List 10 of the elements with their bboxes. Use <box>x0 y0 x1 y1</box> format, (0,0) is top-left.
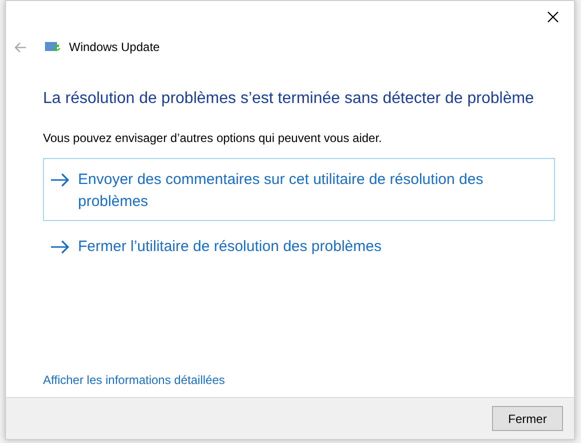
arrow-icon <box>50 173 70 187</box>
details-link[interactable]: Afficher les informations détaillées <box>43 371 225 389</box>
close-button[interactable]: Fermer <box>492 406 563 431</box>
subtitle-text: Vous pouvez envisager d’autres options qui peuvent vous aider. <box>43 130 383 147</box>
result-heading: La résolution de problèmes s’est terminée sans détecter de problème <box>43 89 535 109</box>
option-link[interactable]: Fermer l’utilitaire de résolution des problèmes <box>43 225 555 266</box>
arrow-icon <box>50 240 70 254</box>
option-link[interactable]: Envoyer des commentaires sur cet utilitaire de résolution des problèmes <box>43 158 555 221</box>
window-title: Windows Update <box>69 39 160 56</box>
update-icon <box>45 41 61 53</box>
